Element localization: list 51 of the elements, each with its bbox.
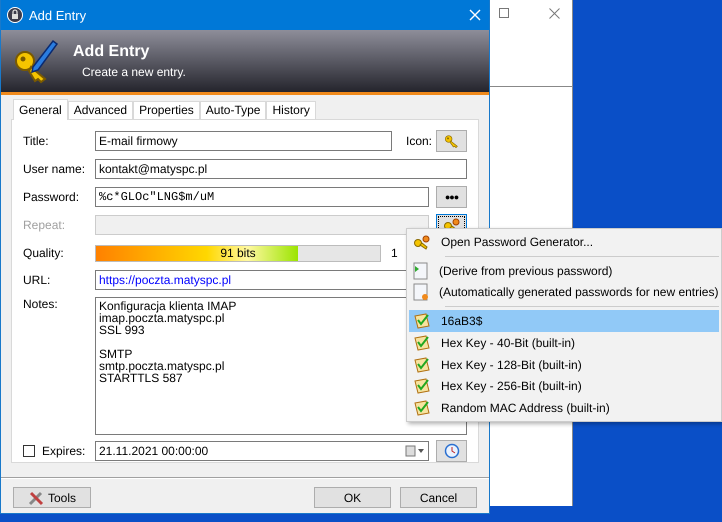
ok-button[interactable]: OK [314,487,391,508]
field-label: User name: [23,162,86,176]
field-label: Expires: [42,444,86,458]
note-line: imap.poczta.matyspc.pl [99,312,224,324]
length-text: 1 [391,246,398,260]
username-field[interactable]: kontakt@matyspc.pl [95,158,467,179]
calendar-dropdown-icon[interactable] [405,445,425,458]
field-label: Quality: [23,246,65,260]
note-line: STARTTLS 587 [99,372,183,384]
field-label: Notes: [23,297,59,312]
maximize-icon[interactable] [499,8,509,18]
note-line: smtp.poczta.matyspc.pl [99,360,224,372]
close-icon[interactable] [549,8,560,19]
repeat-field[interactable] [95,215,429,236]
key-icon [444,132,460,149]
field-label: Password: [23,190,80,204]
note-line: SSL 993 [99,324,145,336]
field-label: Repeat: [23,218,66,232]
window-title: Add Entry [29,8,88,22]
note-line: Konfiguracja klienta IMAP [99,300,236,312]
expiry-preset-button[interactable] [436,440,467,462]
tab[interactable]: Auto-Type [200,101,266,119]
tab[interactable]: Properties [133,101,200,119]
expiry-date-field[interactable]: 21.11.2021 00:00:00 [95,441,429,462]
checklist-icon [413,399,431,418]
banner-title: Add Entry [73,43,150,61]
checklist-icon [413,334,431,352]
tab[interactable]: General [13,99,68,120]
field-label: Title: [23,134,50,148]
checklist-icon [413,312,431,330]
icon-button[interactable] [436,130,467,152]
tab[interactable]: Advanced [68,101,134,119]
checklist-icon [413,377,431,396]
menu-item[interactable]: 16aB3$ [409,310,719,332]
title-field[interactable]: E-mail firmowy [95,130,392,151]
password-field[interactable]: %c*GLOc"LNG$m/uM [95,186,429,207]
field-label: Icon: [406,134,432,148]
tab[interactable]: History [266,101,316,119]
cancel-button[interactable]: Cancel [400,487,477,508]
expires-checkbox[interactable] [23,445,35,458]
checklist-icon [413,356,431,374]
menu-item[interactable]: Open Password Generator... [409,231,719,253]
tools-button[interactable]: Tools [13,487,91,508]
note-line: SMTP [99,348,132,360]
banner-subtitle: Create a new entry. [82,65,186,79]
field-label: URL: [23,273,52,288]
show-password-button[interactable]: ●●● [436,186,467,208]
quality-reading: 91 bits [219,246,257,261]
clock-icon [444,443,460,460]
lock-icon [7,7,23,23]
key-gear-icon [413,234,431,250]
